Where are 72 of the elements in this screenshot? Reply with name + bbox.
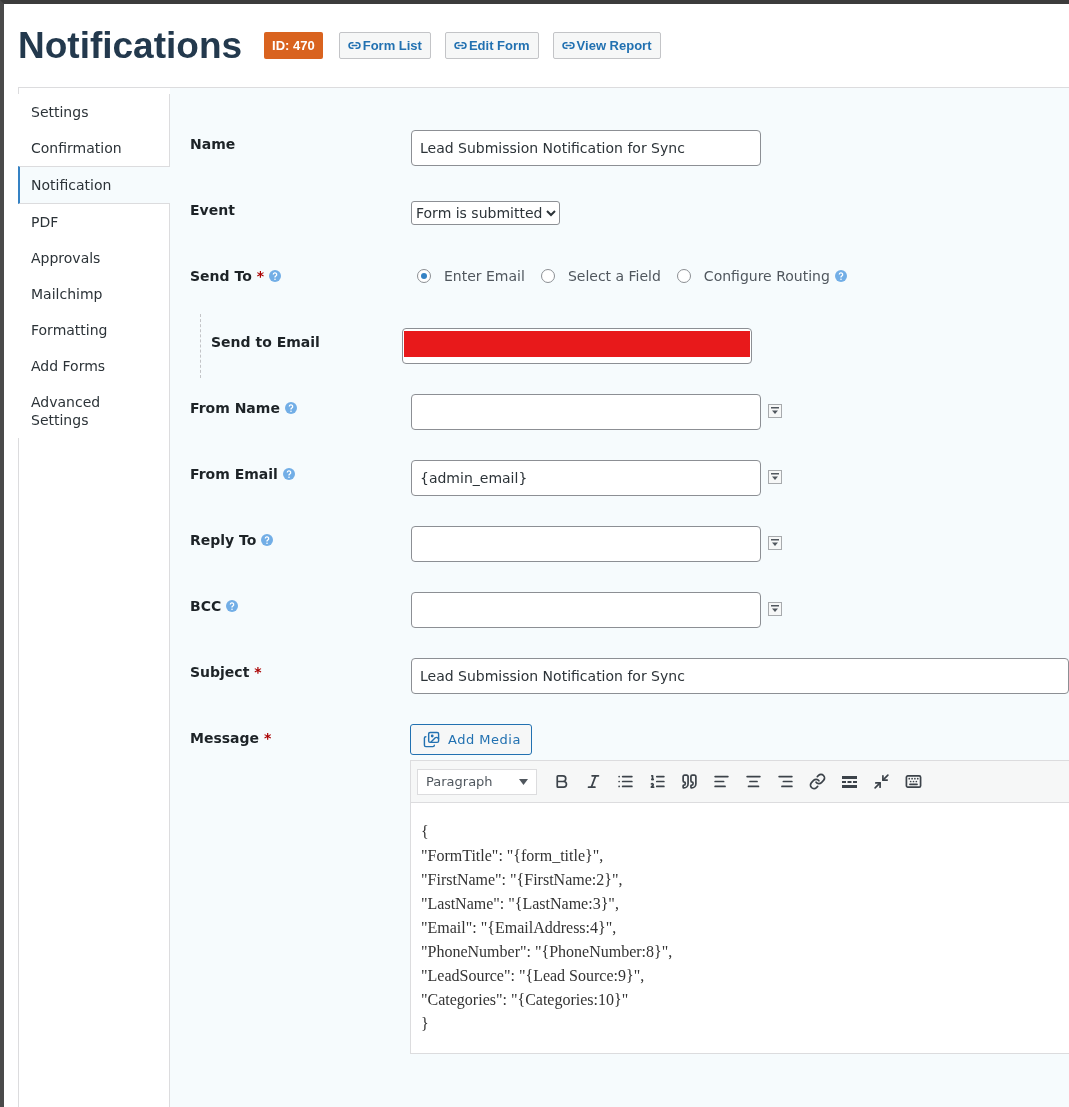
keyboard-icon (904, 773, 922, 790)
merge-tag-icon[interactable] (768, 536, 782, 550)
text-field[interactable]: {admin_email} (411, 460, 761, 496)
link-icon (808, 773, 826, 790)
message-line: "Email": "{EmailAddress:4}", (421, 918, 618, 938)
radio-label[interactable]: Select a Field (567, 268, 661, 284)
sidebar-tab[interactable]: Formatting (18, 312, 170, 348)
header-link[interactable]: Edit Form (444, 32, 539, 59)
align-center-icon (744, 773, 762, 790)
required-mark: * (264, 730, 272, 746)
link-icon (561, 39, 575, 52)
sidebar-tab[interactable]: Settings (18, 94, 170, 130)
form-id-badge: ID: 470 (264, 32, 323, 59)
required-mark: * (254, 664, 262, 680)
field-label: Subject (190, 664, 250, 680)
message-line: "FirstName": "{FirstName:2}", (421, 870, 624, 890)
text-field[interactable]: Lead Submission Notification for Sync (411, 130, 761, 166)
format-dropdown[interactable]: Paragraph (417, 768, 537, 795)
radio-label[interactable]: Enter Email (444, 268, 525, 284)
message-line: "LeadSource": "{Lead Source:9}", (421, 966, 646, 986)
message-line: "FormTitle": "{form_title}", (421, 846, 605, 866)
message-line: { (421, 822, 430, 842)
required-mark: * (256, 268, 265, 284)
field-label: From Name (190, 400, 280, 416)
text-field[interactable]: Lead Submission Notification for Sync (411, 658, 1069, 694)
sidebar-tab[interactable]: Advanced Settings (18, 384, 170, 438)
quote-icon (680, 773, 698, 790)
email-field[interactable] (402, 328, 752, 364)
field-label: Name (190, 136, 236, 152)
text-field[interactable] (411, 526, 761, 562)
media-icon (423, 731, 440, 748)
sidebar-tab[interactable]: Notification (18, 166, 171, 204)
header-link[interactable]: Form List (338, 32, 431, 59)
header-link[interactable]: View Report (552, 32, 661, 59)
radio-label[interactable]: Configure Routing (703, 268, 830, 284)
message-line: "LastName": "{LastName:3}", (421, 894, 620, 914)
fullscreen-icon (872, 773, 890, 790)
message-line: "PhoneNumber": "{PhoneNumber:8}", (421, 942, 674, 962)
merge-tag-icon[interactable] (768, 602, 782, 616)
message-line: "Categories": "{Categories:10}" (421, 990, 630, 1011)
link-icon (347, 39, 361, 52)
field-label: BCC (190, 598, 222, 614)
caret-icon (519, 778, 528, 785)
link-icon (453, 39, 467, 52)
event-select[interactable]: Form is submitted (411, 201, 560, 225)
sidebar-tab[interactable]: Approvals (18, 240, 170, 276)
page-title: Notifications (18, 24, 243, 67)
radio-button[interactable] (540, 269, 555, 283)
read-more-icon (841, 775, 857, 788)
merge-tag-icon[interactable] (768, 470, 782, 484)
align-right-icon (776, 773, 794, 790)
text-field[interactable] (411, 592, 761, 628)
text-field[interactable] (411, 394, 761, 430)
radio-button[interactable] (676, 269, 691, 283)
field-label: Message (190, 730, 260, 746)
numbered-list-icon (648, 773, 666, 790)
field-label: Reply To (190, 532, 257, 548)
radio-button[interactable] (417, 269, 431, 283)
sidebar-tab[interactable]: PDF (18, 204, 170, 240)
field-label: From Email (190, 466, 278, 482)
align-left-icon (712, 773, 730, 790)
bulleted-list-icon (616, 773, 634, 790)
field-label: Event (190, 202, 235, 218)
sidebar-tab[interactable]: Mailchimp (18, 276, 170, 312)
sidebar-tab[interactable]: Add Forms (18, 348, 170, 384)
message-editor[interactable] (410, 760, 1069, 1054)
merge-tag-icon[interactable] (768, 404, 782, 418)
add-media-button[interactable]: Add Media (410, 724, 532, 755)
field-label: Send To (190, 268, 252, 284)
field-label: Send to Email (211, 334, 320, 350)
message-line: } (421, 1014, 430, 1034)
sidebar-tab[interactable]: Confirmation (18, 130, 170, 166)
